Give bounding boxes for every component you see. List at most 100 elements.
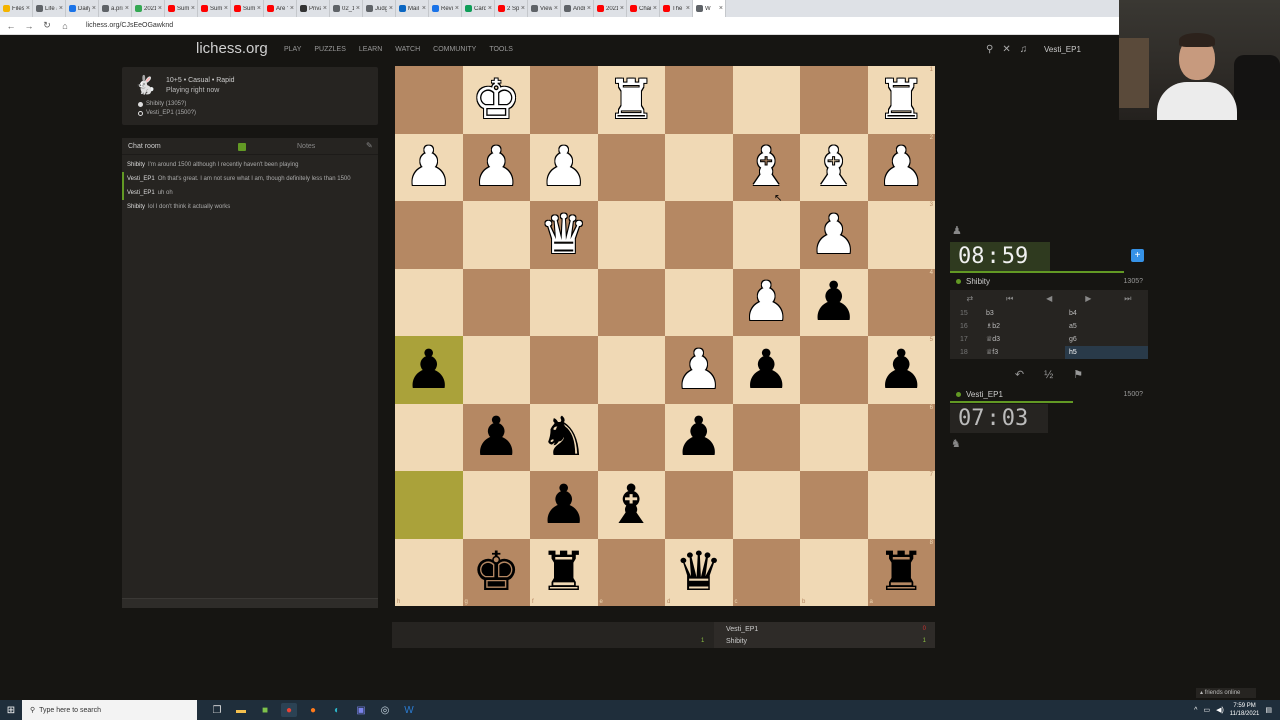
tray-clock[interactable]: 7:59 PM 11/18/2021	[1230, 702, 1260, 718]
board-square[interactable]	[395, 471, 463, 539]
board-square[interactable]	[800, 66, 868, 134]
board-square[interactable]: ♟	[530, 133, 598, 201]
board-square[interactable]	[530, 336, 598, 404]
board-square[interactable]: ♜ 1	[867, 66, 935, 134]
black-pawn-icon[interactable]: ♟	[675, 410, 723, 464]
black-move[interactable]: b4	[1065, 307, 1148, 320]
board-square[interactable]: ♟	[530, 471, 598, 539]
white-pawn-icon[interactable]: ♟	[675, 342, 723, 397]
board-square[interactable]: ♟	[665, 403, 733, 471]
board-square[interactable]: ♜ 8 a	[867, 538, 935, 606]
white-bishop-icon[interactable]: ♝	[742, 140, 790, 194]
browser-tab[interactable]: Sumo×	[165, 0, 198, 17]
black-knight-icon[interactable]: ♞	[540, 410, 588, 464]
forward-icon[interactable]: →	[24, 21, 34, 31]
tab-close-icon[interactable]: ×	[59, 5, 63, 12]
browser-tab[interactable]: Sumo×	[231, 0, 264, 17]
board-square[interactable]: 6	[867, 403, 935, 471]
chat-username[interactable]: Vesti_EP1	[127, 176, 155, 182]
board-square[interactable]	[530, 66, 598, 134]
board-square[interactable]	[462, 471, 530, 539]
windows-start-icon[interactable]: ⊞	[0, 705, 22, 716]
browser-tab[interactable]: 2021 W×	[594, 0, 627, 17]
tab-close-icon[interactable]: ×	[455, 5, 459, 12]
browser-tab[interactable]: Judge×	[363, 0, 396, 17]
tab-close-icon[interactable]: ×	[26, 5, 30, 12]
black-pawn-icon[interactable]: ♟	[405, 342, 453, 397]
browser-tab[interactable]: Card A×	[462, 0, 495, 17]
board-square[interactable]	[395, 268, 463, 336]
chrome-icon[interactable]: ●	[281, 703, 297, 717]
board-square[interactable]: ♝	[732, 133, 800, 201]
back-icon[interactable]: ←	[6, 21, 16, 31]
board-square[interactable]: ♟	[665, 336, 733, 404]
tab-close-icon[interactable]: ×	[719, 5, 723, 12]
chat-toggle[interactable]	[238, 143, 246, 151]
board-square[interactable]: ♟	[462, 403, 530, 471]
board-square[interactable]: 3	[867, 201, 935, 269]
tab-close-icon[interactable]: ×	[323, 5, 327, 12]
browser-tab[interactable]: Andrew×	[561, 0, 594, 17]
browser-tab[interactable]: 2021_×	[132, 0, 165, 17]
white-king-icon[interactable]: ♚	[472, 72, 520, 127]
close-icon[interactable]: ✕	[1002, 44, 1010, 55]
board-square[interactable]	[597, 336, 665, 404]
board-square[interactable]: e	[597, 538, 665, 606]
board-square[interactable]	[462, 268, 530, 336]
browser-tab[interactable]: Daily D×	[66, 0, 99, 17]
tab-close-icon[interactable]: ×	[554, 5, 558, 12]
white-move[interactable]: ♕d3	[982, 333, 1065, 346]
offer-draw-button[interactable]: ½	[1044, 369, 1053, 381]
tab-close-icon[interactable]: ×	[290, 5, 294, 12]
board-square[interactable]: ♝	[597, 471, 665, 539]
board-square[interactable]: ♟	[732, 268, 800, 336]
browser-tab[interactable]: Files ×	[0, 0, 33, 17]
black-move[interactable]: g6	[1065, 333, 1148, 346]
resign-flag-icon[interactable]: ⚑	[1073, 368, 1083, 381]
self-name[interactable]: Vesti_EP1	[966, 390, 1003, 399]
board-square[interactable]	[395, 66, 463, 134]
black-pawn-icon[interactable]: ♟	[810, 275, 858, 329]
board-square[interactable]	[395, 201, 463, 269]
browser-tab[interactable]: Viewpo×	[528, 0, 561, 17]
black-rook-icon[interactable]: ♜	[540, 545, 588, 599]
board-square[interactable]	[732, 471, 800, 539]
tab-close-icon[interactable]: ×	[620, 5, 624, 12]
tab-close-icon[interactable]: ×	[587, 5, 591, 12]
board-square[interactable]	[530, 268, 598, 336]
white-pawn-icon[interactable]: ♟	[742, 275, 790, 329]
board-square[interactable]	[800, 403, 868, 471]
task-view-icon[interactable]: ❐	[209, 703, 225, 717]
tab-close-icon[interactable]: ×	[686, 5, 690, 12]
white-rook-icon[interactable]: ♜	[877, 72, 925, 127]
tray-arrow-icon[interactable]: ^	[1194, 707, 1197, 714]
black-bishop-icon[interactable]: ♝	[607, 477, 655, 532]
board-square[interactable]	[462, 336, 530, 404]
black-pawn-icon[interactable]: ♟	[472, 410, 520, 464]
board-square[interactable]	[732, 201, 800, 269]
nav-community[interactable]: COMMUNITY	[433, 46, 476, 53]
nav-learn[interactable]: LEARN	[359, 46, 382, 53]
browser-tab[interactable]: Privat×	[297, 0, 330, 17]
board-square[interactable]	[732, 66, 800, 134]
tab-close-icon[interactable]: ×	[257, 5, 261, 12]
board-square[interactable]	[395, 403, 463, 471]
browser-tab[interactable]: Sumo×	[198, 0, 231, 17]
board-square[interactable]	[597, 201, 665, 269]
prev-move-icon[interactable]: ◀	[1046, 294, 1052, 303]
white-pawn-icon[interactable]: ♟	[540, 140, 588, 194]
board-square[interactable]: ♟ 2	[867, 133, 935, 201]
board-square[interactable]	[732, 403, 800, 471]
chat-username[interactable]: Shibity	[127, 162, 145, 168]
white-pawn-icon[interactable]: ♟	[405, 140, 453, 194]
browser-tab[interactable]: 2 Spec×	[495, 0, 528, 17]
tab-close-icon[interactable]: ×	[125, 5, 129, 12]
nav-tools[interactable]: TOOLS	[489, 46, 513, 53]
last-move-icon[interactable]: ⏭	[1124, 294, 1131, 304]
black-move[interactable]: h5	[1065, 346, 1148, 359]
opponent-name[interactable]: Shibity	[966, 277, 990, 286]
chat-username[interactable]: Shibity	[127, 204, 145, 210]
home-icon[interactable]: ⌂	[60, 21, 70, 31]
reload-icon[interactable]: ↻	[42, 20, 52, 31]
user-menu[interactable]: Vesti_EP1	[1044, 45, 1081, 54]
